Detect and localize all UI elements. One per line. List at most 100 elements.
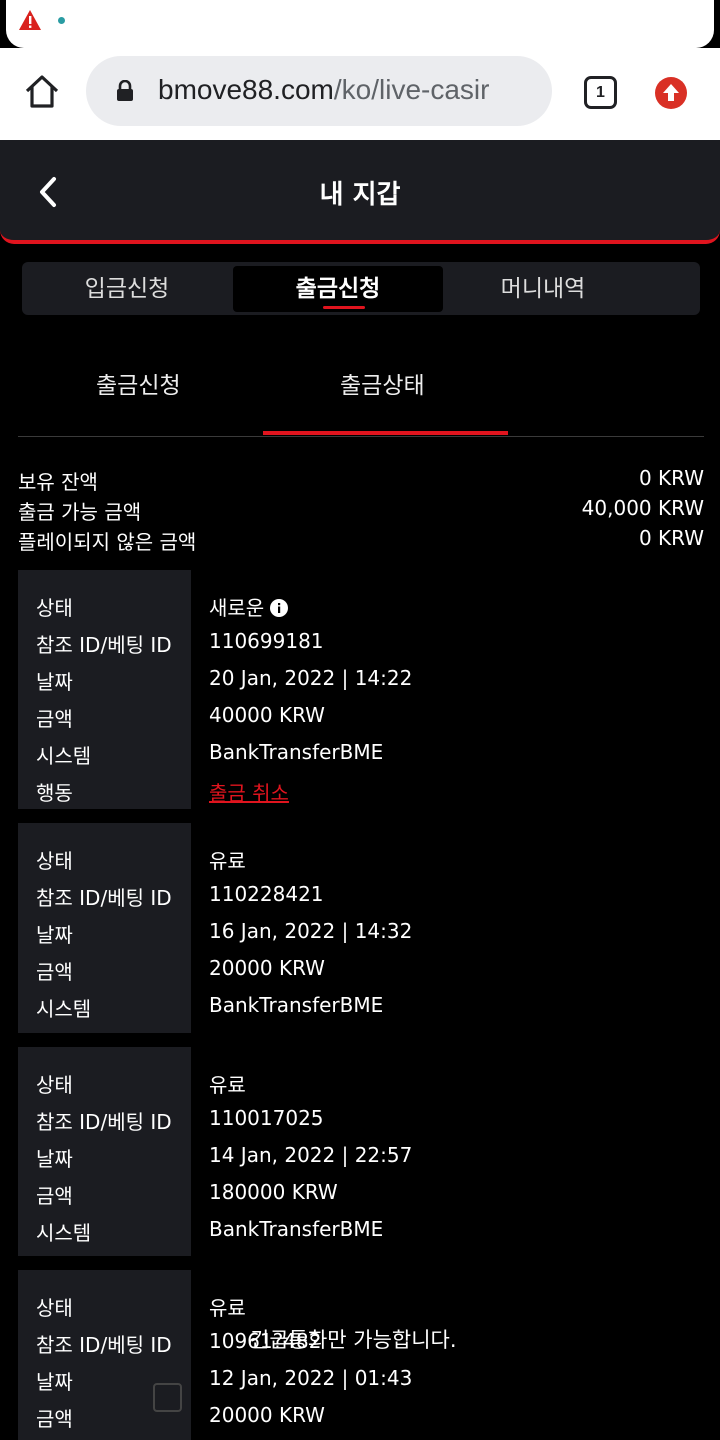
ref-label: 참조 ID/베팅 ID [36,633,172,657]
date-field: 날짜 12 Jan, 2022 | 01:43 [18,1366,704,1396]
amount-value: 20000 KRW [209,956,325,980]
ref-field: 참조 ID/베팅 ID 110699181 [18,629,704,659]
system-label: 시스템 [36,1221,92,1245]
amount-value: 20000 KRW [209,1403,325,1427]
action-field: 행동 출금 취소 [18,777,704,807]
status-label: 상태 [36,849,73,873]
url-bar[interactable]: bmove88.com/ko/live-casir [86,56,552,126]
home-icon[interactable] [22,72,62,112]
url-text: bmove88.com/ko/live-casir [158,74,489,106]
system-value: BankTransferBME [209,740,384,764]
date-field: 날짜 16 Jan, 2022 | 14:32 [18,919,704,949]
status-text: 새로운 [209,596,265,620]
ref-value: 110228421 [209,882,324,906]
amount-label: 금액 [36,1184,73,1208]
app-header: 내 지갑 [0,140,720,244]
transaction-card: 상태 유료 참조 ID/베팅 ID 10961?482 날짜 12 Jan, 2… [18,1270,704,1440]
amount-field: 금액 180000 KRW [18,1180,704,1210]
balance-label: 보유 잔액 [18,470,98,494]
cancel-withdrawal-link[interactable]: 출금 취소 [209,777,289,806]
subtab-withdraw-request[interactable]: 출금신청 [96,366,181,400]
amount-label: 금액 [36,1407,73,1431]
status-field: 상태 유료 [18,1069,704,1099]
balance-row: 보유 잔액 0 KRW [18,466,704,496]
unplayed-label: 플레이되지 않은 금액 [18,530,197,554]
system-field: 시스템 BankTransferBME [18,993,704,1023]
status-label: 상태 [36,1296,73,1320]
amount-field: 금액 20000 KRW [18,1403,704,1433]
amount-field: 금액 40000 KRW [18,703,704,733]
ref-label: 참조 ID/베팅 ID [36,886,172,910]
checkbox[interactable] [153,1383,182,1412]
unplayed-row: 플레이되지 않은 금액 0 KRW [18,526,704,556]
url-host: bmove88.com [158,74,334,105]
system-field: 시스템 BankTransferBME [18,1217,704,1247]
unplayed-value: 0 KRW [638,526,704,550]
page-title: 내 지갑 [319,180,401,210]
wallet-tabs: 입금신청 출금신청 머니내역 [22,262,700,315]
date-value: 16 Jan, 2022 | 14:32 [209,919,413,943]
system-value: BankTransferBME [209,993,384,1017]
tab-withdraw[interactable]: 출금신청 [233,266,443,312]
notification-bar [6,0,714,48]
action-label: 행동 [36,781,73,805]
url-path: /ko/live-casir [333,74,490,105]
withdrawable-value: 40,000 KRW [581,496,704,520]
system-label: 시스템 [36,997,92,1021]
date-label: 날짜 [36,1370,73,1394]
withdrawable-row: 출금 가능 금액 40,000 KRW [18,496,704,526]
system-label: 시스템 [36,744,92,768]
tab-count: 1 [596,83,605,101]
ref-label: 참조 ID/베팅 ID [36,1333,172,1357]
subtab-active-indicator [263,431,508,435]
date-field: 날짜 20 Jan, 2022 | 14:22 [18,666,704,696]
status-value: 유료 [209,1073,246,1097]
status-label: 상태 [36,596,73,620]
update-icon[interactable] [654,76,688,110]
subtab-withdraw-status[interactable]: 출금상태 [340,366,425,400]
status-value: 새로운 [209,592,289,621]
balance-value: 0 KRW [638,466,704,490]
browser-toolbar: bmove88.com/ko/live-casir 1 [0,48,720,140]
system-value: BankTransferBME [209,1217,384,1241]
tab-switcher-button[interactable]: 1 [584,76,617,109]
transaction-card: 상태 유료 참조 ID/베팅 ID 110228421 날짜 16 Jan, 2… [18,823,704,1033]
tab-withdraw-label: 출금신청 [295,276,381,302]
date-label: 날짜 [36,1147,73,1171]
tab-deposit[interactable]: 입금신청 [22,266,232,312]
ref-value: 110699181 [209,629,324,653]
subtab-divider [18,436,704,437]
date-label: 날짜 [36,670,73,694]
notification-dot [58,17,65,24]
info-icon[interactable] [270,599,289,617]
amount-field: 금액 20000 KRW [18,956,704,986]
amount-value: 40000 KRW [209,703,325,727]
system-field: 시스템 BankTransferBME [18,740,704,770]
status-field: 상태 유료 [18,1292,704,1322]
ref-label: 참조 ID/베팅 ID [36,1110,172,1134]
withdrawable-label: 출금 가능 금액 [18,500,142,524]
ref-field: 참조 ID/베팅 ID 110017025 [18,1106,704,1136]
status-value: 유료 [209,849,246,873]
amount-value: 180000 KRW [209,1180,338,1204]
status-field: 상태 새로운 [18,592,704,622]
transaction-card: 상태 유료 참조 ID/베팅 ID 110017025 날짜 14 Jan, 2… [18,1047,704,1256]
transaction-card: 상태 새로운 참조 ID/베팅 ID 110699181 날짜 20 Jan, … [18,570,704,809]
ref-field: 참조 ID/베팅 ID 110228421 [18,882,704,912]
date-value: 14 Jan, 2022 | 22:57 [209,1143,413,1167]
date-value: 12 Jan, 2022 | 01:43 [209,1366,413,1390]
active-tab-indicator [323,306,365,309]
tab-history[interactable]: 머니내역 [438,266,648,312]
date-field: 날짜 14 Jan, 2022 | 22:57 [18,1143,704,1173]
status-value: 유료 [209,1296,246,1320]
ref-value: 110017025 [209,1106,324,1130]
screen: bmove88.com/ko/live-casir 1 내 지갑 입금신청 출금… [0,0,720,1440]
date-value: 20 Jan, 2022 | 14:22 [209,666,413,690]
emergency-calls-toast: 긴급통화만 가능합니다. [250,1328,457,1352]
lock-icon [117,80,133,101]
warning-icon [19,10,41,30]
status-label: 상태 [36,1073,73,1097]
date-label: 날짜 [36,923,73,947]
amount-label: 금액 [36,707,73,731]
amount-label: 금액 [36,960,73,984]
